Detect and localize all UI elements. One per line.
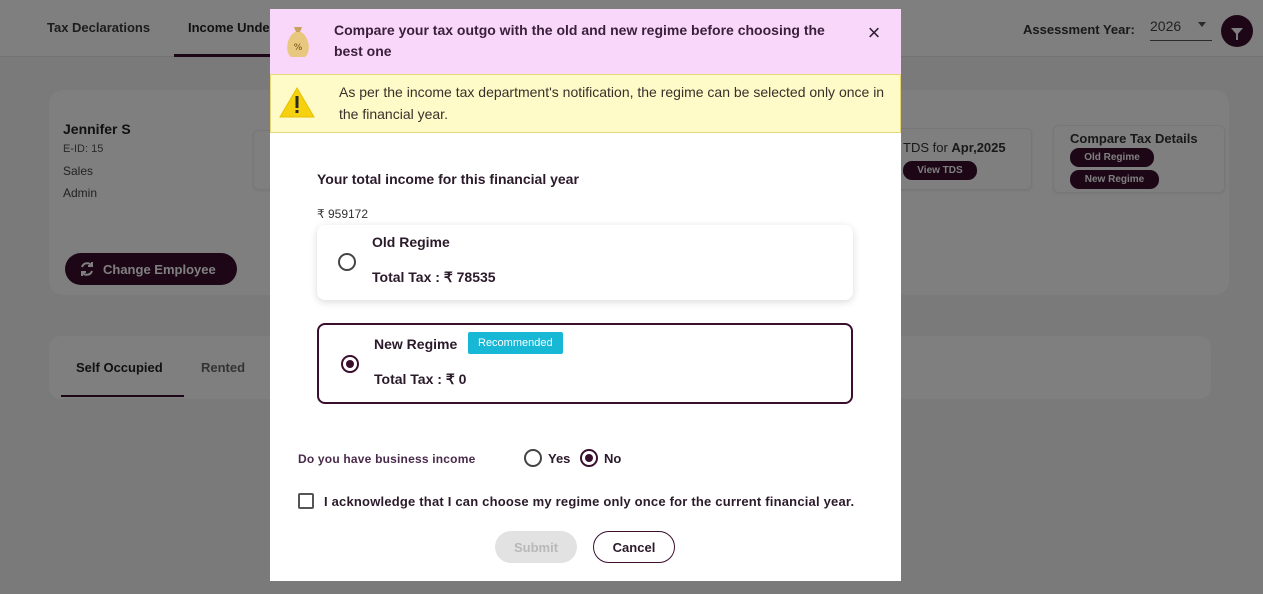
warning-icon	[279, 87, 315, 118]
business-income-question: Do you have business income	[298, 452, 476, 466]
warning-text: As per the income tax department's notif…	[339, 84, 885, 122]
cancel-button[interactable]: Cancel	[593, 531, 675, 563]
business-no-radio[interactable]	[580, 449, 598, 467]
acknowledge-row[interactable]: I acknowledge that I can choose my regim…	[298, 493, 854, 509]
svg-text:%: %	[294, 43, 303, 53]
old-regime-tax: Total Tax : ₹ 78535	[372, 269, 496, 285]
new-regime-option[interactable]: New Regime Recommended Total Tax : ₹ 0	[317, 323, 853, 404]
business-yes-option[interactable]: Yes	[524, 449, 570, 467]
old-regime-radio[interactable]	[338, 253, 356, 271]
close-icon[interactable]: ×	[864, 22, 884, 44]
business-no-option[interactable]: No	[580, 449, 621, 467]
old-regime-name: Old Regime	[372, 234, 450, 250]
new-regime-radio[interactable]	[341, 355, 359, 373]
new-regime-tax: Total Tax : ₹ 0	[374, 371, 467, 387]
acknowledge-text: I acknowledge that I can choose my regim…	[324, 493, 855, 509]
acknowledge-checkbox[interactable]	[298, 493, 314, 509]
recommended-badge: Recommended	[468, 332, 563, 354]
submit-button[interactable]: Submit	[495, 531, 577, 563]
income-label: Your total income for this financial yea…	[317, 171, 579, 187]
new-regime-name: New Regime	[374, 336, 458, 352]
income-value: ₹ 959172	[317, 207, 369, 221]
business-yes-radio[interactable]	[524, 449, 542, 467]
regime-selection-dialog: % Compare your tax outgo with the old an…	[270, 9, 901, 581]
old-regime-option[interactable]: Old Regime Total Tax : ₹ 78535	[317, 225, 853, 300]
dialog-title: Compare your tax outgo with the old and …	[334, 22, 825, 59]
warning-banner: As per the income tax department's notif…	[270, 74, 901, 133]
money-bag-icon: %	[287, 27, 309, 57]
dialog-header: % Compare your tax outgo with the old an…	[270, 9, 901, 74]
business-no-label: No	[604, 450, 622, 466]
business-yes-label: Yes	[548, 450, 571, 466]
